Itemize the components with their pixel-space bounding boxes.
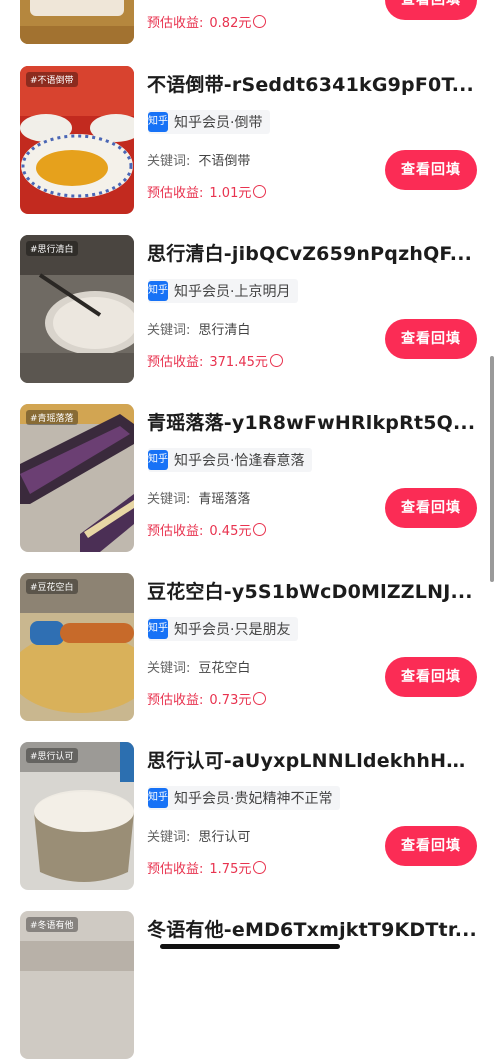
thumbnail-illustration bbox=[20, 0, 134, 44]
thumbnail-hashtag: #青瑶落落 bbox=[26, 410, 78, 425]
source-tag-text: 知乎会员·上京明月 bbox=[174, 284, 291, 300]
thumbnail-hashtag: #思行清白 bbox=[26, 241, 78, 256]
keyword-label: 关键词: bbox=[147, 661, 191, 676]
source-tag-text: 知乎会员·只是朋友 bbox=[174, 622, 291, 638]
view-backfill-button[interactable]: 查看回填 bbox=[385, 150, 477, 190]
earnings-value: 1.01元 bbox=[209, 186, 252, 201]
view-backfill-button[interactable]: 查看回填 bbox=[385, 826, 477, 866]
item-title[interactable]: 青瑶落落-y1R8wFwHRlkpRt5Q... bbox=[147, 408, 477, 435]
thumbnail-image[interactable]: #不语倒带 bbox=[20, 66, 134, 214]
keyword-value: 豆花空白 bbox=[198, 661, 251, 676]
clock-icon bbox=[253, 692, 267, 705]
thumbnail-illustration bbox=[20, 742, 134, 890]
source-tag: 知乎 知乎会员·上京明月 bbox=[148, 279, 299, 303]
thumbnail-illustration bbox=[20, 911, 134, 1059]
keyword-value: 思行认可 bbox=[198, 830, 251, 845]
list-item[interactable]: #不语倒带 不语倒带-rSeddt6341kG9pF0T... 知乎 知乎会员·… bbox=[0, 66, 498, 216]
source-tag-text: 知乎会员·贵妃精神不正常 bbox=[174, 791, 333, 807]
view-backfill-button[interactable]: 查看回填 bbox=[385, 488, 477, 528]
zhihu-icon: 知乎 bbox=[148, 619, 168, 639]
keyword-row: 关键词: 豆花空白 bbox=[147, 657, 250, 676]
item-title[interactable]: 豆花空白-y5S1bWcD0MlZZLNJ... bbox=[147, 577, 477, 604]
thumbnail-image[interactable]: #青瑶落落 bbox=[20, 404, 134, 552]
earnings-value: 0.73元 bbox=[209, 693, 252, 708]
thumbnail-image[interactable]: #豆花空白 bbox=[20, 573, 134, 721]
estimated-earnings: 预估收益: 1.01元 bbox=[147, 182, 267, 201]
source-tag: 知乎 知乎会员·倒带 bbox=[148, 110, 271, 134]
item-title[interactable]: 冬语有他-eMD6TxmjktT9KDTtr... bbox=[147, 915, 477, 942]
thumbnail-illustration bbox=[20, 573, 134, 721]
zhihu-icon: 知乎 bbox=[148, 788, 168, 808]
zhihu-icon: 知乎 bbox=[148, 112, 168, 132]
earnings-label: 预估收益: bbox=[147, 16, 204, 31]
thumbnail-hashtag: #冬语有他 bbox=[26, 917, 78, 932]
list-item[interactable]: #冬语有他 冬语有他-eMD6TxmjktT9KDTtr... bbox=[0, 911, 498, 1061]
clock-icon bbox=[253, 861, 267, 874]
clock-icon bbox=[253, 523, 267, 536]
earnings-label: 预估收益: bbox=[147, 355, 204, 370]
zhihu-icon: 知乎 bbox=[148, 281, 168, 301]
keyword-value: 青瑶落落 bbox=[198, 492, 251, 507]
thumbnail-image[interactable] bbox=[20, 0, 134, 44]
clock-icon bbox=[253, 185, 267, 198]
keyword-row: 关键词: 不语倒带 bbox=[147, 150, 250, 169]
keyword-label: 关键词: bbox=[147, 492, 191, 507]
item-title[interactable]: 思行认可-aUyxpLNNLldekhhH4... bbox=[147, 746, 477, 773]
list-item[interactable]: #豆花空白 豆花空白-y5S1bWcD0MlZZLNJ... 知乎 知乎会员·只… bbox=[0, 573, 498, 723]
keyword-label: 关键词: bbox=[147, 830, 191, 845]
earnings-label: 预估收益: bbox=[147, 186, 204, 201]
earnings-value: 371.45元 bbox=[209, 355, 268, 370]
clock-icon bbox=[253, 15, 267, 28]
source-tag-text: 知乎会员·倒带 bbox=[174, 115, 263, 131]
estimated-earnings: 预估收益: 0.45元 bbox=[147, 520, 267, 539]
thumbnail-illustration bbox=[20, 404, 134, 552]
earnings-label: 预估收益: bbox=[147, 693, 204, 708]
thumbnail-hashtag: #思行认可 bbox=[26, 748, 78, 763]
item-title[interactable]: 思行清白-jibQCvZ659nPqzhQF... bbox=[147, 239, 477, 266]
thumbnail-image[interactable]: #冬语有他 bbox=[20, 911, 134, 1059]
thumbnail-hashtag: #豆花空白 bbox=[26, 579, 78, 594]
keyword-row: 关键词: 思行认可 bbox=[147, 826, 250, 845]
earnings-label: 预估收益: bbox=[147, 524, 204, 539]
keyword-label: 关键词: bbox=[147, 154, 191, 169]
view-backfill-button[interactable]: 查看回填 bbox=[385, 0, 477, 20]
estimated-earnings: 预估收益: 0.73元 bbox=[147, 689, 267, 708]
item-title[interactable]: 不语倒带-rSeddt6341kG9pF0T... bbox=[147, 70, 477, 97]
keyword-row: 关键词: 青瑶落落 bbox=[147, 488, 250, 507]
view-backfill-button[interactable]: 查看回填 bbox=[385, 319, 477, 359]
thumbnail-hashtag: #不语倒带 bbox=[26, 72, 78, 87]
earnings-label: 预估收益: bbox=[147, 862, 204, 877]
earnings-value: 0.45元 bbox=[209, 524, 252, 539]
source-tag: 知乎 知乎会员·只是朋友 bbox=[148, 617, 299, 641]
thumbnail-image[interactable]: #思行认可 bbox=[20, 742, 134, 890]
estimated-earnings: 预估收益: 0.82元 bbox=[147, 12, 267, 31]
zhihu-icon: 知乎 bbox=[148, 450, 168, 470]
clock-icon bbox=[269, 354, 283, 367]
keyword-value: 思行清白 bbox=[198, 323, 251, 338]
thumbnail-image[interactable]: #思行清白 bbox=[20, 235, 134, 383]
source-tag: 知乎 知乎会员·恰逢春意落 bbox=[148, 448, 313, 472]
thumbnail-illustration bbox=[20, 66, 134, 214]
thumbnail-illustration bbox=[20, 235, 134, 383]
source-tag-text: 知乎会员·恰逢春意落 bbox=[174, 453, 305, 469]
keyword-row: 关键词: 思行清白 bbox=[147, 319, 250, 338]
list-item[interactable]: #思行认可 思行认可-aUyxpLNNLldekhhH4... 知乎 知乎会员·… bbox=[0, 742, 498, 892]
list-item[interactable]: #思行清白 思行清白-jibQCvZ659nPqzhQF... 知乎 知乎会员·… bbox=[0, 235, 498, 385]
source-tag: 知乎 知乎会员·贵妃精神不正常 bbox=[148, 786, 341, 810]
keyword-label: 关键词: bbox=[147, 323, 191, 338]
earnings-value: 0.82元 bbox=[209, 16, 252, 31]
estimated-earnings: 预估收益: 371.45元 bbox=[147, 351, 283, 370]
earnings-value: 1.75元 bbox=[209, 862, 252, 877]
list-item[interactable]: 预估收益: 0.82元 查看回填 bbox=[0, 0, 498, 46]
keyword-value: 不语倒带 bbox=[198, 154, 251, 169]
list-item[interactable]: #青瑶落落 青瑶落落-y1R8wFwHRlkpRt5Q... 知乎 知乎会员·恰… bbox=[0, 404, 498, 554]
estimated-earnings: 预估收益: 1.75元 bbox=[147, 858, 267, 877]
home-indicator[interactable] bbox=[160, 944, 340, 949]
view-backfill-button[interactable]: 查看回填 bbox=[385, 657, 477, 697]
scrollbar[interactable] bbox=[490, 356, 494, 582]
